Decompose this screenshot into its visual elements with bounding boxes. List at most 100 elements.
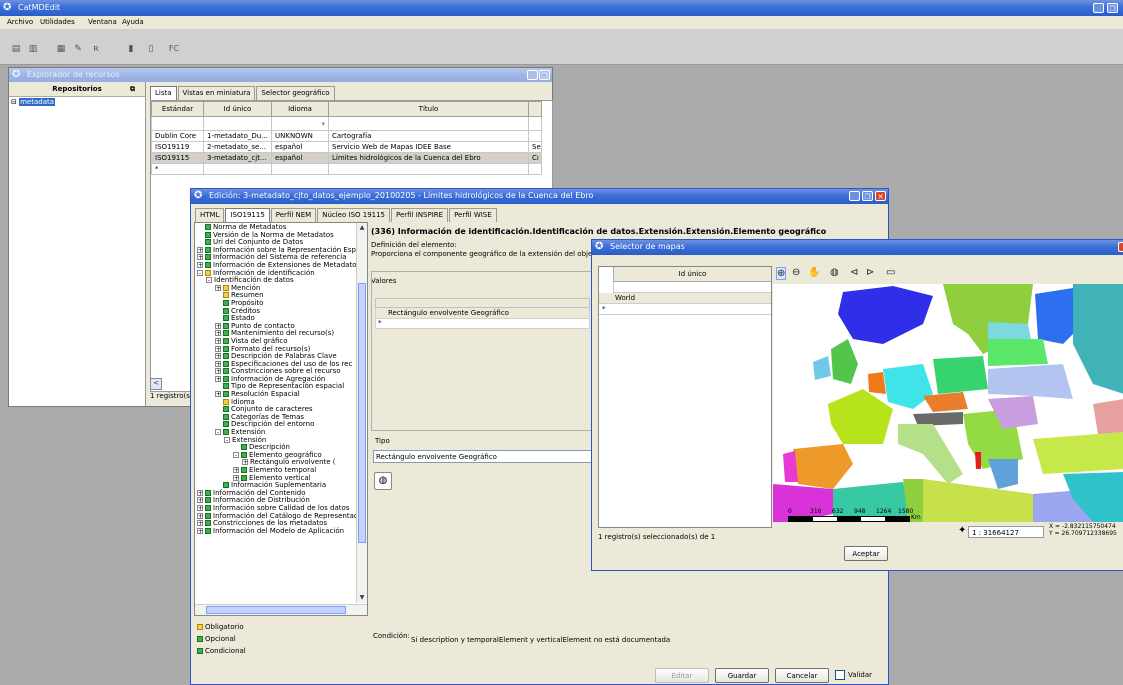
table-row-selected[interactable]: ISO19115 3-metadato_cjt... español Límites … [151, 152, 542, 164]
table-row[interactable]: ISO19119 2-metadato_se... español Servicio … [151, 141, 542, 153]
map-list-filter[interactable] [613, 282, 771, 293]
collapse-icon[interactable]: - [206, 277, 212, 284]
tree-node[interactable]: + Información del Modelo de Aplicación [197, 527, 360, 536]
expand-icon[interactable]: + [197, 497, 203, 504]
expand-icon[interactable]: + [197, 527, 203, 534]
expand-icon[interactable]: + [215, 375, 221, 382]
collapse-icon[interactable]: - [233, 451, 239, 458]
valores-row[interactable]: Rectángulo envolvente Geográfico [375, 308, 590, 319]
pan-hand-icon[interactable]: ✋ [808, 267, 820, 278]
filter-titulo[interactable] [328, 116, 529, 131]
expand-icon[interactable]: + [197, 504, 203, 511]
tree-scroll-down-icon[interactable]: ▼ [357, 593, 367, 602]
expand-icon[interactable]: + [233, 467, 239, 474]
doc-icon[interactable]: ▯ [145, 43, 157, 55]
tree-hscrollbar[interactable] [195, 604, 367, 615]
tree-node[interactable]: + Resolución Espacial [197, 390, 360, 399]
zoom-in-icon[interactable]: ⊕ [776, 267, 787, 280]
book-icon[interactable]: ▮ [125, 43, 137, 55]
tree-scroll-up-icon[interactable]: ▲ [357, 223, 367, 232]
rss-icon[interactable]: ʀ [90, 43, 102, 55]
tipo-field[interactable]: Rectángulo envolvente Geográfico [373, 450, 593, 463]
map-list-row[interactable]: World [599, 293, 771, 304]
expand-icon[interactable]: + [215, 284, 221, 291]
edit-close-button[interactable]: ✕ [875, 191, 886, 201]
expand-icon[interactable]: + [197, 261, 203, 268]
tree-node[interactable]: Descripción del entorno [197, 421, 360, 429]
tab-iso19115[interactable]: ISO19115 [225, 208, 270, 222]
expand-icon[interactable]: + [215, 368, 221, 375]
expand-icon[interactable]: + [215, 337, 221, 344]
valores-new-row[interactable]: * [375, 319, 590, 329]
expand-icon[interactable]: + [215, 322, 221, 329]
map-list-new-row[interactable]: * [599, 304, 771, 315]
edit-icon[interactable]: ✎ [72, 43, 84, 55]
expand-icon[interactable]: + [215, 360, 221, 367]
editar-button[interactable]: Editar [655, 668, 709, 683]
tab-perfil-inspire[interactable]: Perfil INSPIRE [391, 208, 449, 222]
expand-icon[interactable]: + [215, 345, 221, 352]
menu-archivo[interactable]: Archivo [7, 16, 33, 29]
open-icon[interactable]: ▥ [27, 43, 39, 55]
explorer-scroll-left-icon[interactable]: < [150, 378, 162, 390]
filter-id[interactable] [203, 116, 272, 131]
expand-icon[interactable]: + [215, 353, 221, 360]
fc-button[interactable]: FC [168, 43, 180, 55]
world-map[interactable] [773, 284, 1123, 522]
minimize-button[interactable]: _ [1093, 3, 1104, 13]
menu-ventana[interactable]: Ventana [88, 16, 117, 29]
tab-selector-geografico[interactable]: Selector geográfico [256, 86, 335, 100]
tab-perfil-nem[interactable]: Perfil NEM [270, 208, 317, 222]
column-id-unico[interactable]: Id único [203, 101, 272, 117]
edit-minimize-button[interactable]: _ [849, 191, 860, 201]
expand-icon[interactable]: + [197, 512, 203, 519]
select-rect-icon[interactable]: ▭ [886, 267, 895, 278]
menu-ayuda[interactable]: Ayuda [122, 16, 144, 29]
tab-miniaturas[interactable]: Vistas en miniatura [177, 86, 256, 100]
tab-perfil-wise[interactable]: Perfil WISE [449, 208, 497, 222]
guardar-button[interactable]: Guardar [715, 668, 769, 683]
expand-icon[interactable]: + [197, 254, 203, 261]
form-icon[interactable]: ▦ [55, 43, 67, 55]
tab-html[interactable]: HTML [195, 208, 225, 222]
restore-button[interactable]: ❐ [1107, 3, 1118, 13]
explorer-restore-button[interactable]: ❐ [539, 70, 550, 80]
cancelar-button[interactable]: Cancelar [775, 668, 829, 683]
new-icon[interactable]: ▤ [10, 43, 22, 55]
expand-icon[interactable]: + [197, 489, 203, 496]
aceptar-button[interactable]: Aceptar [844, 546, 888, 561]
full-extent-icon[interactable]: ◍ [830, 267, 839, 278]
tree-node[interactable]: Propósito [197, 299, 360, 308]
repository-item-metadata[interactable]: ⊟ metadata [9, 97, 145, 107]
map-select-button[interactable]: ◍ [374, 472, 392, 490]
filter-estandar[interactable] [151, 116, 204, 131]
column-extra[interactable] [528, 101, 542, 117]
zoom-previous-icon[interactable]: ⊲ [850, 267, 858, 278]
filter-idioma-dropdown[interactable]: ▾ [271, 116, 329, 131]
expand-icon[interactable]: + [215, 330, 221, 337]
tab-nucleo-iso[interactable]: Núcleo ISO 19115 [317, 208, 391, 222]
map-selector-close-button[interactable] [1118, 242, 1123, 252]
expand-icon[interactable]: + [233, 474, 239, 481]
expand-icon[interactable]: + [215, 391, 221, 398]
table-row[interactable]: Dublin Core 1-metadato_Du... UNKNOWN Cartog… [151, 130, 542, 142]
expand-icon[interactable]: + [197, 246, 203, 253]
expand-icon[interactable]: + [197, 520, 203, 527]
zoom-out-icon[interactable]: ⊖ [792, 267, 800, 278]
validar-checkbox[interactable] [835, 670, 845, 680]
new-row[interactable]: * [151, 163, 542, 175]
tree-node[interactable]: + Mención [197, 284, 360, 293]
column-titulo[interactable]: Título [328, 101, 529, 117]
tree-node[interactable]: Resumen [197, 292, 360, 300]
zoom-next-icon[interactable]: ⊳ [866, 267, 874, 278]
filter-extra[interactable] [528, 116, 542, 131]
explorer-minimize-button[interactable]: _ [527, 70, 538, 80]
collapse-icon[interactable]: - [197, 269, 203, 276]
tree-node[interactable]: - Identificación de datos [197, 276, 360, 285]
expand-icon[interactable]: + [242, 459, 248, 466]
column-estandar[interactable]: Estándar [151, 101, 204, 117]
map-list-header[interactable]: Id único [613, 267, 771, 282]
tree-node[interactable]: - Extensión [197, 428, 360, 437]
tree-hscroll-thumb[interactable] [206, 606, 346, 614]
collapse-icon[interactable]: - [224, 436, 230, 443]
